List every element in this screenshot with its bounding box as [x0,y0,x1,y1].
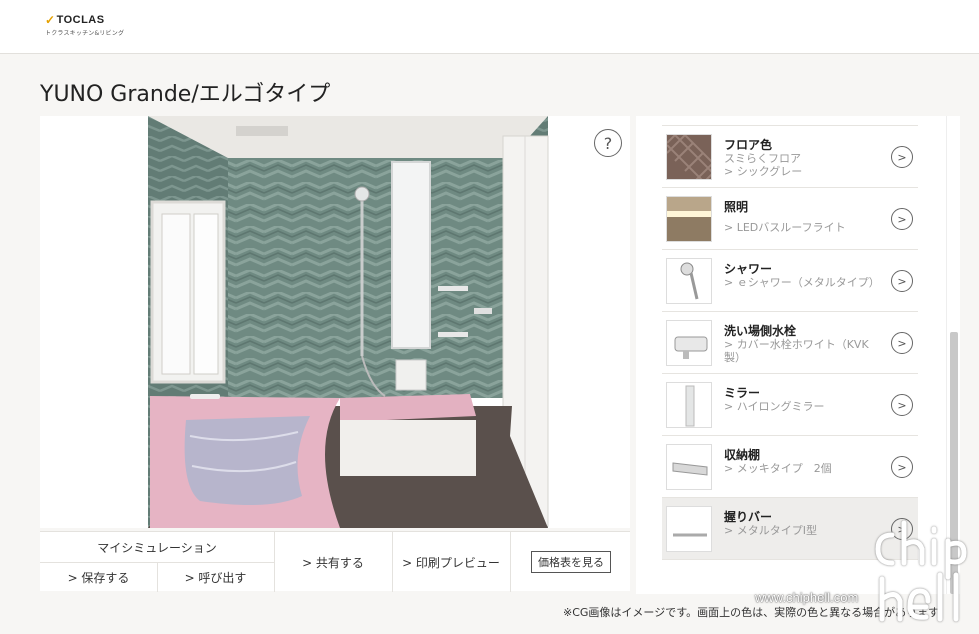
option-lighting[interactable]: 照明 > LEDバスルーフライト > [662,188,918,250]
watermark-url: www.chiphell.com [755,590,859,605]
site-header: ✓ TOCLAS トクラスキッチン&リビング [0,0,979,54]
chevron-right-icon[interactable]: > [891,146,913,168]
bathroom-preview [40,116,630,528]
option-title: 握りバー [724,510,773,524]
mirror-thumb [666,382,712,428]
shower-head-thumb [666,258,712,304]
chiphell-watermark-logo [875,520,967,622]
print-preview-button[interactable]: > 印刷プレビュー [392,532,510,592]
option-mirror[interactable]: ミラー > ハイロングミラー > [662,374,918,436]
toclas-logo[interactable]: ✓ TOCLAS トクラスキッチン&リビング [45,13,124,37]
option-value-line: > カバー水栓ホワイト（KVK [724,338,869,351]
shelf-thumb [666,444,712,490]
help-button[interactable]: ? [594,129,622,157]
faucet-thumb [666,320,712,366]
chevron-right-icon[interactable]: > [891,394,913,416]
option-value-line: > メタルタイプI型 [724,524,817,537]
option-value-line: > シックグレー [724,165,803,178]
chevron-right-icon[interactable]: > [891,332,913,354]
my-simulation-label: マイシミュレーション [97,540,217,555]
grab-bar-thumb [666,506,712,552]
option-value-line: > ハイロングミラー [724,400,825,413]
bathroom-render-image [148,116,549,528]
page-title: YUNO Grande/エルゴタイプ [40,82,331,107]
option-title: ミラー [724,386,761,400]
option-value-line: > メッキタイプ 2個 [724,462,832,475]
option-value-line: > LEDバスルーフライト [724,221,846,234]
option-faucet[interactable]: 洗い場側水栓 > カバー水栓ホワイト（KVK 製） > [662,312,918,374]
option-value-line: 製） [724,351,746,364]
check-icon: ✓ [45,13,56,27]
option-floor-color[interactable]: フロア色 スミらくフロア > シックグレー > [662,126,918,188]
option-title: 照明 [724,200,749,214]
option-value-line: スミらくフロア [724,152,801,165]
chevron-right-icon[interactable]: > [891,270,913,292]
share-button[interactable]: > 共有する [274,532,392,592]
option-title: 洗い場側水栓 [724,324,797,338]
action-bar: マイシミュレーション > 保存する > 呼び出す > 共有する > 印刷プレビュ… [40,531,630,592]
price-list-button[interactable]: 価格表を見る [531,551,611,573]
option-title: シャワー [724,262,773,276]
option-storage-shelf[interactable]: 収納棚 > メッキタイプ 2個 > [662,436,918,498]
option-title: フロア色 [724,138,773,152]
option-shower[interactable]: シャワー > ｅシャワー（メタルタイプ） > [662,250,918,312]
led-light-thumb [666,196,712,242]
save-button[interactable]: > 保存する [40,562,157,592]
option-title: 収納棚 [724,448,761,462]
herringbone-floor-swatch [666,134,712,180]
logo-text: TOCLAS [56,14,105,26]
option-value-line: > ｅシャワー（メタルタイプ） [724,276,880,289]
chevron-right-icon[interactable]: > [891,456,913,478]
chevron-right-icon[interactable]: > [891,208,913,230]
logo-subtext: トクラスキッチン&リビング [45,30,125,37]
load-button[interactable]: > 呼び出す [157,562,274,592]
